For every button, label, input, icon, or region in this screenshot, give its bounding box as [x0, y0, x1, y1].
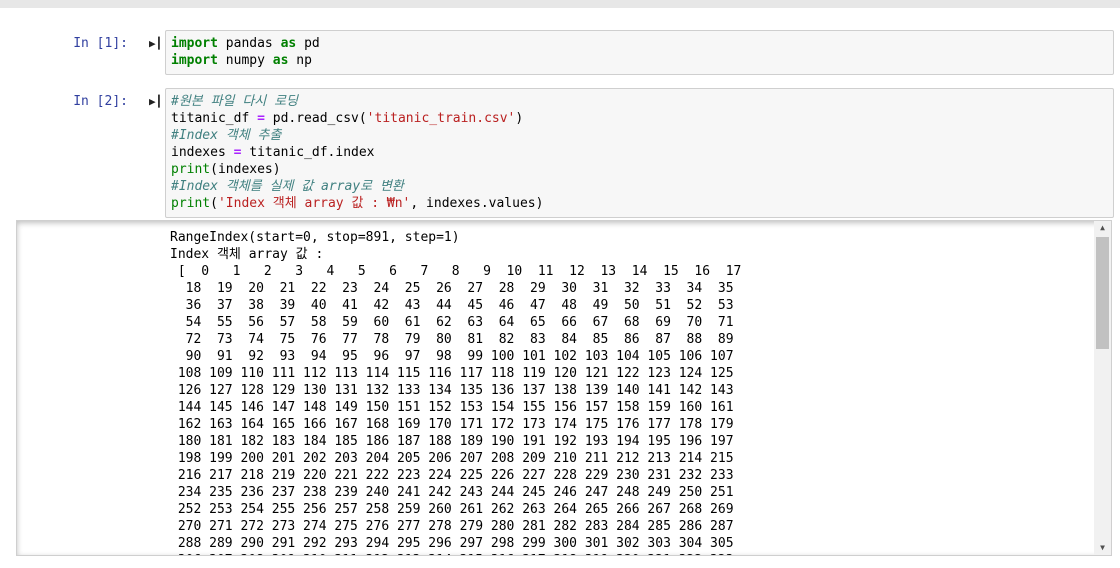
code-token: titanic_df — [171, 111, 258, 126]
run-cell-icon[interactable]: ▶┃ — [149, 96, 162, 108]
scroll-down-arrow-icon[interactable]: ▼ — [1094, 541, 1111, 555]
code-token: , indexes.values) — [410, 196, 544, 211]
code-token: ( — [210, 196, 218, 211]
output-text: RangeIndex(start=0, stop=891, step=1) Ind… — [170, 229, 742, 555]
output-line: 18 19 20 21 22 23 24 25 26 27 28 29 30 3… — [170, 281, 734, 296]
code-token: numpy — [217, 53, 273, 68]
cell-1-code-input[interactable]: import pandas as pd import numpy as np — [165, 30, 1114, 75]
output-line: 126 127 128 129 130 131 132 133 134 135 … — [170, 383, 734, 398]
code-token: import — [171, 36, 218, 51]
output-line: 72 73 74 75 76 77 78 79 80 81 82 83 84 8… — [170, 332, 734, 347]
code-token: #원본 파일 다시 로딩 — [171, 94, 298, 109]
output-line: 180 181 182 183 184 185 186 187 188 189 … — [170, 434, 734, 449]
code-line: #원본 파일 다시 로딩 — [171, 93, 1109, 110]
code-line: #Index 객체 추출 — [171, 127, 1109, 144]
code-token: 'Index 객체 array 값 : ₩n' — [217, 196, 411, 211]
code-line: import numpy as np — [171, 52, 1109, 69]
output-line: 108 109 110 111 112 113 114 115 116 117 … — [170, 366, 734, 381]
code-token: as — [280, 36, 297, 51]
code-token: #Index 객체를 실제 값 array로 변환 — [171, 179, 404, 194]
code-token: titanic_df.index — [241, 145, 375, 160]
code-token: np — [288, 53, 312, 68]
code-line: indexes = titanic_df.index — [171, 144, 1109, 161]
code-token: 'titanic_train.csv' — [366, 111, 516, 126]
code-token: pandas — [217, 36, 281, 51]
cell-1-prompt: In [1]: — [73, 36, 128, 51]
code-line: titanic_df = pd.read_csv('titanic_train.… — [171, 110, 1109, 127]
code-token: print — [171, 162, 211, 177]
output-line: 288 289 290 291 292 293 294 295 296 297 … — [170, 536, 734, 551]
output-line: 216 217 218 219 220 221 222 223 224 225 … — [170, 468, 734, 483]
output-line: 162 163 164 165 166 167 168 169 170 171 … — [170, 417, 734, 432]
code-token: (indexes) — [210, 162, 281, 177]
run-cell-icon[interactable]: ▶┃ — [149, 38, 162, 50]
code-token: as — [272, 53, 289, 68]
code-token: import — [171, 53, 218, 68]
output-line: 90 91 92 93 94 95 96 97 98 99 100 101 10… — [170, 349, 734, 364]
output-line: [ 0 1 2 3 4 5 6 7 8 9 10 11 12 13 14 15 … — [170, 264, 742, 279]
code-token: = — [257, 111, 265, 126]
scrollbar-thumb[interactable] — [1096, 237, 1109, 349]
code-token: ) — [515, 111, 524, 126]
output-line: 198 199 200 201 202 203 204 205 206 207 … — [170, 451, 734, 466]
output-line: Index 객체 array 값 : — [170, 247, 324, 262]
output-line: 270 271 272 273 274 275 276 277 278 279 … — [170, 519, 734, 534]
code-token: pd — [296, 36, 320, 51]
output-line: RangeIndex(start=0, stop=891, step=1) — [170, 230, 460, 245]
code-token: indexes — [171, 145, 234, 160]
cell-2-prompt: In [2]: — [73, 94, 128, 109]
output-line: 306 307 308 309 310 311 312 313 314 315 … — [170, 552, 741, 555]
output-line: 252 253 254 255 256 257 258 259 260 261 … — [170, 502, 734, 517]
output-line: 54 55 56 57 58 59 60 61 62 63 64 65 66 6… — [170, 315, 734, 330]
code-line: print('Index 객체 array 값 : ₩n', indexes.v… — [171, 195, 1109, 212]
output-line: 144 145 146 147 148 149 150 151 152 153 … — [170, 400, 734, 415]
code-token: #Index 객체 추출 — [171, 128, 282, 143]
code-token: print — [171, 196, 211, 211]
output-line: 234 235 236 237 238 239 240 241 242 243 … — [170, 485, 734, 500]
output-scrollbar[interactable]: ▲ ▼ — [1094, 221, 1111, 555]
cell-2-code-input[interactable]: #원본 파일 다시 로딩 titanic_df = pd.read_csv('ti… — [165, 88, 1114, 218]
code-token: pd.read_csv( — [264, 111, 367, 126]
code-line: import pandas as pd — [171, 35, 1109, 52]
code-line: #Index 객체를 실제 값 array로 변환 — [171, 178, 1109, 195]
notebook-header-bar — [0, 0, 1120, 8]
scroll-up-arrow-icon[interactable]: ▲ — [1094, 221, 1111, 235]
cell-2-output-area[interactable]: RangeIndex(start=0, stop=891, step=1) Ind… — [16, 220, 1112, 556]
output-line: 36 37 38 39 40 41 42 43 44 45 46 47 48 4… — [170, 298, 734, 313]
code-line: print(indexes) — [171, 161, 1109, 178]
